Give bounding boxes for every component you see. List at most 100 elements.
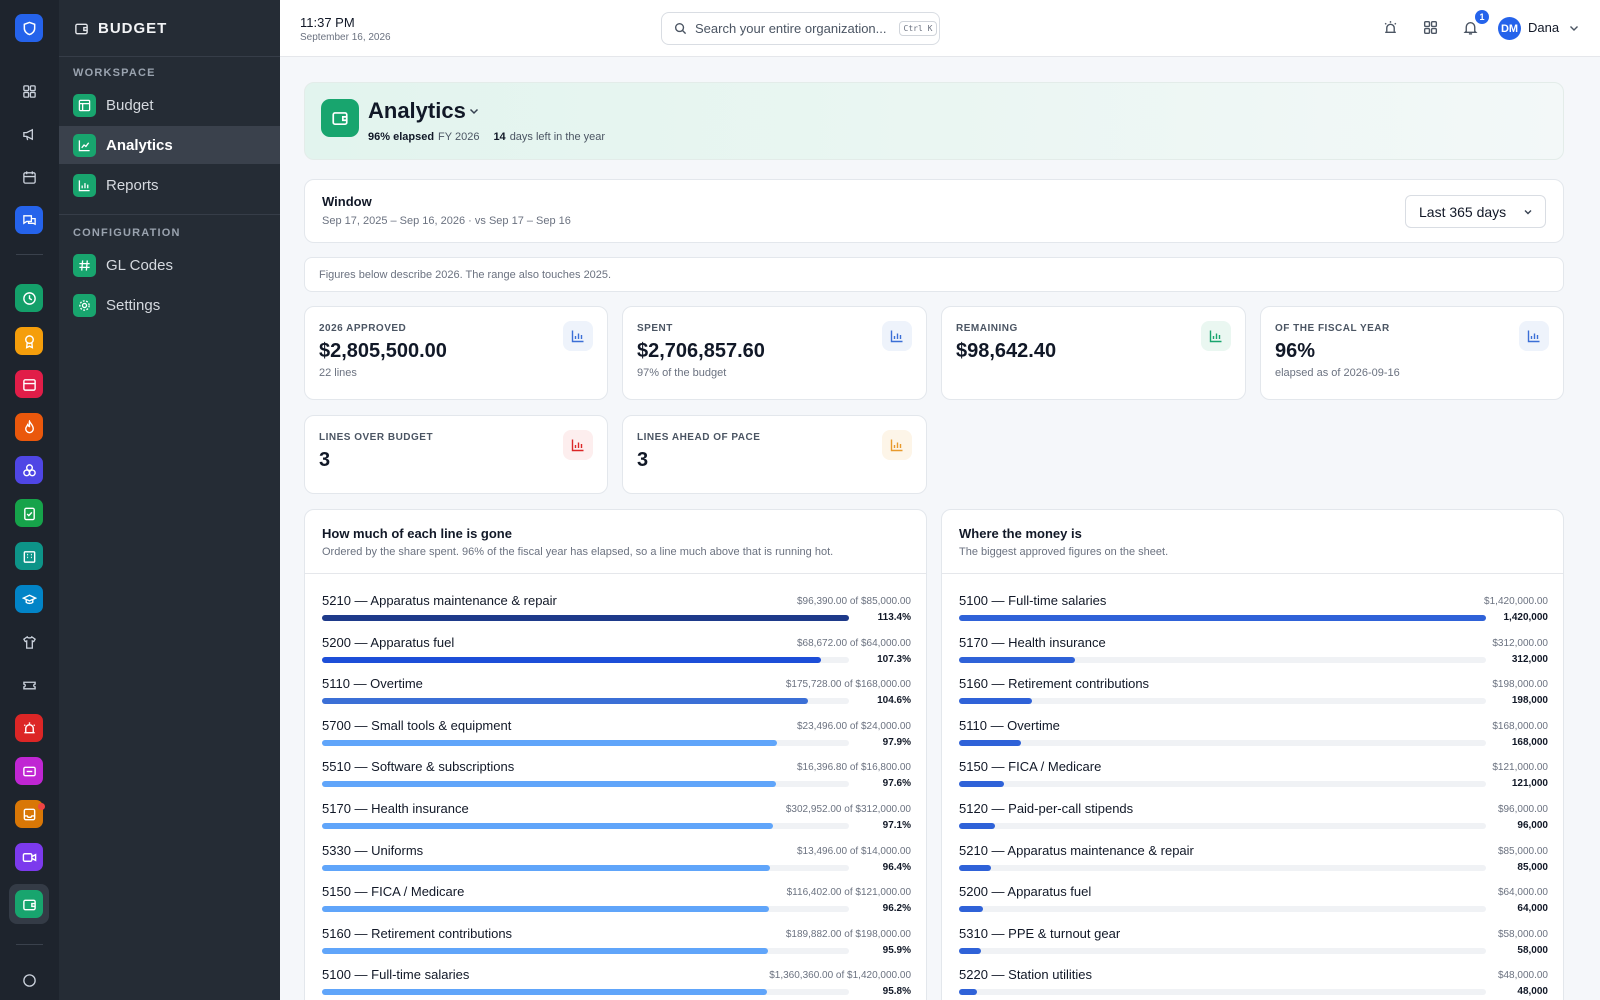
progress-fill [322, 739, 777, 746]
id-card-icon[interactable] [15, 757, 43, 785]
progress-track [322, 781, 849, 788]
graduation-cap-icon[interactable] [15, 585, 43, 613]
progress-track [959, 864, 1486, 871]
flame-icon[interactable] [15, 413, 43, 441]
list-row: 5110 — Overtime $175,728.00 of $168,000.0… [322, 670, 911, 710]
chevron-down-icon[interactable] [1568, 22, 1580, 34]
sidebar-item-settings[interactable]: Settings [59, 286, 280, 324]
list-row: 5150 — FICA / Medicare $121,000.00 121,000 [959, 753, 1548, 793]
page-title: Analytics [368, 98, 466, 123]
chat-icon[interactable] [15, 206, 43, 234]
dashboard-icon[interactable] [15, 77, 43, 105]
kpi-label: 2026 APPROVED [319, 323, 407, 334]
search-input[interactable]: Search your entire organization... Ctrl … [661, 12, 940, 45]
schedule-icon[interactable] [15, 370, 43, 398]
bar-chart-icon [563, 430, 593, 460]
list-row: 5220 — Station utilities $48,000.00 48,000 [959, 961, 1548, 1000]
megaphone-icon[interactable] [15, 120, 43, 148]
row-amount: $1,420,000.00 [1484, 596, 1548, 607]
gear-icon [73, 293, 96, 317]
row-value: 121,000 [1511, 778, 1548, 790]
current-date: September 16, 2026 [300, 32, 391, 43]
avatar[interactable]: DM [1498, 17, 1521, 40]
siren-icon[interactable] [15, 714, 43, 742]
row-value: 96.4% [882, 861, 911, 873]
kpi-value: $98,642.40 [956, 340, 1057, 362]
clipboard-check-icon[interactable] [15, 499, 43, 527]
row-value: 48,000 [1517, 986, 1548, 998]
kpi-label: LINES OVER BUDGET [319, 432, 434, 443]
notification-dot [38, 803, 45, 810]
kpi-subtext: 97% of the budget [637, 367, 727, 379]
progress-track [959, 739, 1486, 746]
kpi-value: $2,805,500.00 [319, 340, 447, 362]
search-placeholder: Search your entire organization... [695, 21, 887, 36]
apps-grid-icon[interactable] [1422, 19, 1439, 36]
row-label: 5170 — Health insurance [959, 634, 1106, 650]
row-value: 312,000 [1511, 653, 1548, 665]
sidebar-item-analytics[interactable]: Analytics [59, 126, 280, 164]
help-icon[interactable] [15, 966, 43, 994]
section-label-workspace: WORKSPACE [73, 67, 156, 79]
bar-chart-icon [1519, 321, 1549, 351]
video-icon[interactable] [15, 843, 43, 871]
progress-track [322, 947, 849, 954]
sidebar-item-gl-codes[interactable]: GL Codes [59, 246, 280, 284]
row-value: 97.6% [882, 778, 911, 790]
award-icon[interactable] [15, 327, 43, 355]
progress-track [959, 615, 1486, 621]
kpi-value: $2,706,857.60 [637, 340, 765, 362]
sidebar-divider [59, 214, 280, 215]
table-icon [73, 93, 96, 117]
list-row: 5110 — Overtime $168,000.00 168,000 [959, 712, 1548, 752]
progress-track [322, 864, 849, 871]
row-label: 5200 — Apparatus fuel [322, 634, 455, 650]
row-label: 5110 — Overtime [959, 717, 1060, 733]
row-label: 5700 — Small tools & equipment [322, 717, 512, 733]
progress-fill [322, 615, 849, 621]
row-amount: $23,496.00 of $24,000.00 [797, 720, 911, 732]
panel-divider [305, 573, 926, 574]
row-label: 5160 — Retirement contributions [322, 925, 513, 941]
window-select[interactable]: Last 365 days [1405, 195, 1546, 228]
window-card: Window Sep 17, 2025 – Sep 16, 2026 · vs … [304, 179, 1564, 243]
sidebar-item-budget[interactable]: Budget [59, 86, 280, 124]
progress-track [322, 823, 849, 829]
chevron-down-icon[interactable] [468, 105, 480, 117]
clock-icon[interactable] [15, 284, 43, 312]
shirt-icon[interactable] [15, 628, 43, 656]
calendar-icon[interactable] [15, 163, 43, 191]
sidebar-item-reports[interactable]: Reports [59, 166, 280, 204]
list-row: 5170 — Health insurance $302,952.00 of $3… [322, 795, 911, 835]
row-amount: $13,496.00 of $14,000.00 [797, 845, 911, 857]
panel-subtitle: Ordered by the share spent. 96% of the f… [322, 546, 834, 558]
hash-icon [73, 253, 96, 277]
row-value: 96,000 [1517, 820, 1548, 831]
ticket-icon[interactable] [15, 671, 43, 699]
biohazard-icon[interactable] [15, 456, 43, 484]
user-name[interactable]: Dana [1528, 20, 1559, 35]
row-amount: $96,390.00 of $85,000.00 [797, 596, 911, 607]
row-value: 95.8% [882, 986, 911, 998]
progress-fill [959, 656, 1075, 663]
list-row: 5210 — Apparatus maintenance & repair $96… [322, 587, 911, 627]
row-amount: $1,360,360.00 of $1,420,000.00 [769, 970, 911, 982]
progress-fill [959, 864, 991, 871]
panel-title: Where the money is [959, 526, 1082, 541]
progress-fill [322, 698, 808, 705]
row-label: 5160 — Retirement contributions [959, 676, 1150, 692]
building-icon[interactable] [15, 542, 43, 570]
list-row: 5700 — Small tools & equipment $23,496.00… [322, 712, 911, 752]
search-shortcut-hint: Ctrl K [898, 21, 938, 36]
wallet-icon[interactable] [15, 890, 43, 918]
progress-fill [959, 698, 1033, 705]
days-left-number: 14 [493, 131, 506, 143]
progress-track [959, 989, 1486, 996]
row-amount: $48,000.00 [1497, 970, 1548, 982]
shield-logo-icon[interactable] [15, 14, 43, 42]
kpi-label: REMAINING [956, 323, 1018, 334]
alert-light-icon[interactable] [1382, 19, 1399, 36]
progress-track [322, 739, 849, 746]
progress-fill [959, 781, 1004, 788]
sidebar-header: BUDGET [59, 0, 280, 57]
